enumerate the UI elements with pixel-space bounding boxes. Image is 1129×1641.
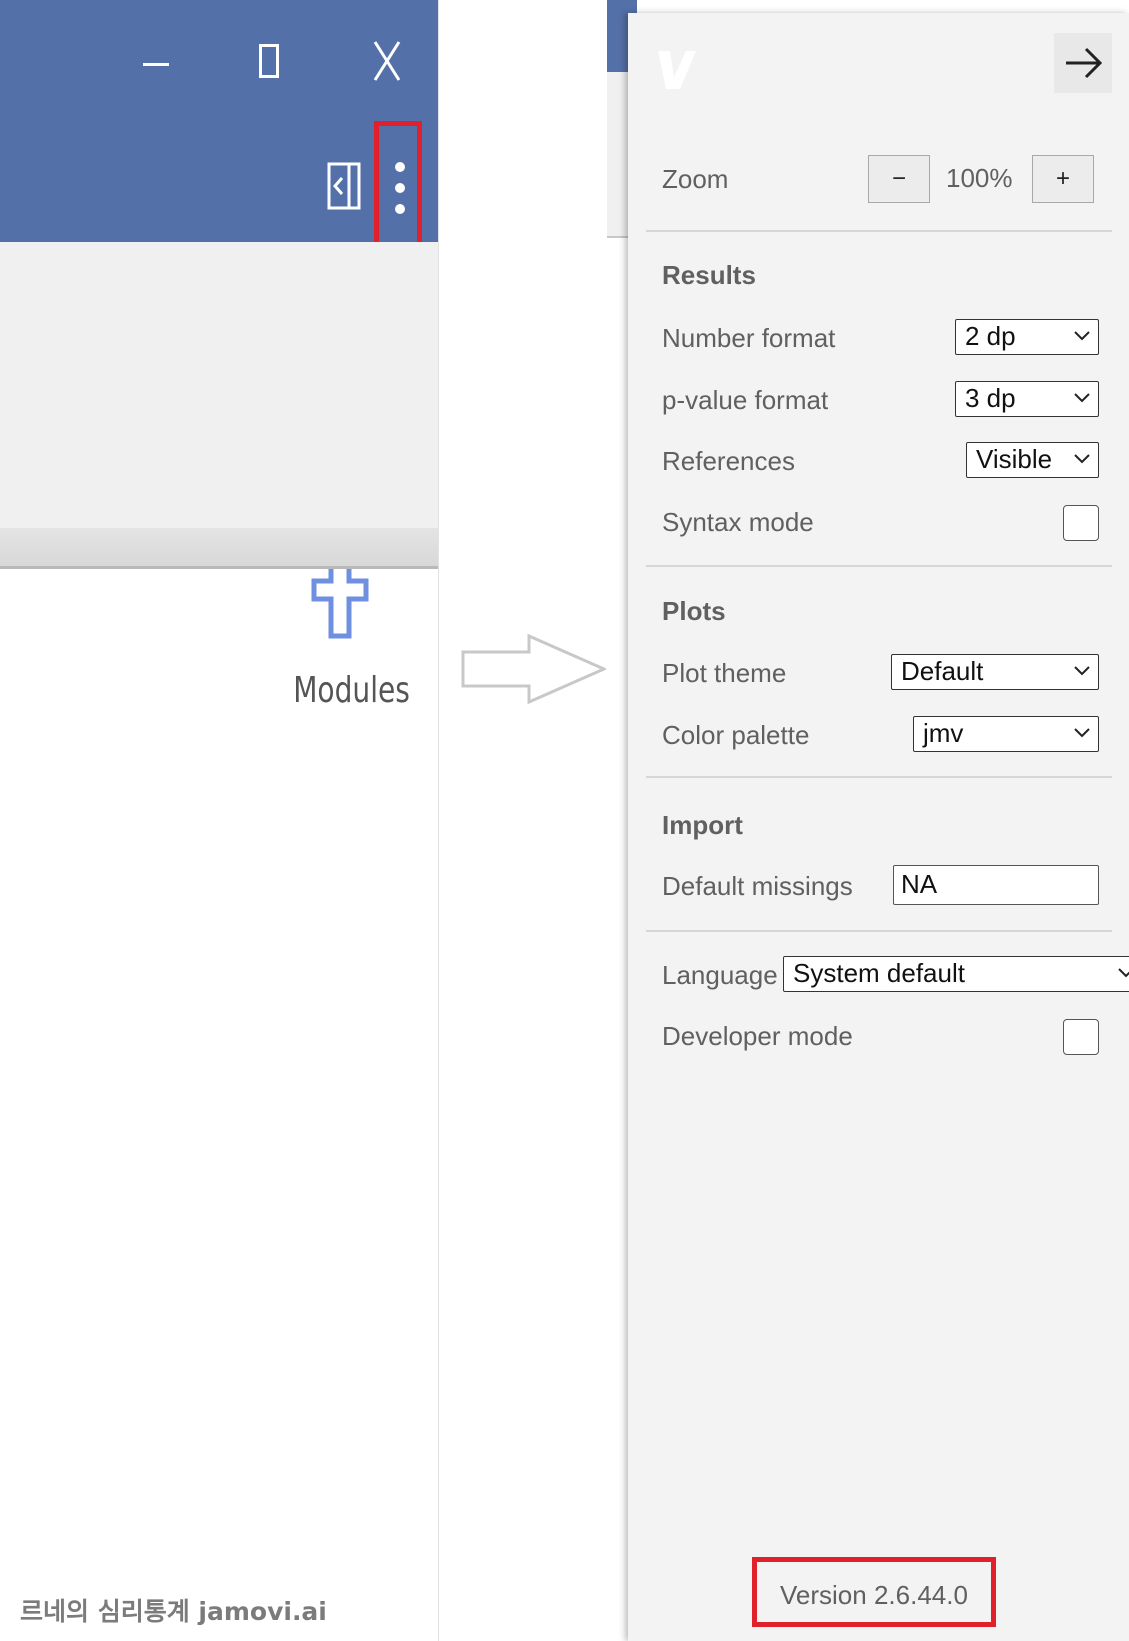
developer-mode-label: Developer mode [662, 1021, 853, 1051]
ribbon: Modules [0, 242, 438, 711]
plot-theme-label: Plot theme [662, 658, 787, 688]
chevron-down-icon [1118, 968, 1129, 978]
plots-section-title: Plots [662, 596, 726, 626]
p-value-format-select[interactable]: 3 dp [955, 381, 1099, 417]
syntax-mode-checkbox[interactable] [1063, 505, 1099, 541]
references-select[interactable]: Visible [966, 442, 1099, 478]
syntax-mode-label: Syntax mode [662, 507, 814, 537]
chevron-down-icon [1074, 331, 1090, 341]
color-palette-value: jmv [923, 718, 964, 748]
settings-panel: Zoom − 100% + Results Number format 2 dp… [628, 13, 1129, 1641]
jamovi-window: Modules 르네의 심리통계 jamovi.ai [0, 0, 439, 1641]
version-label: Version 2.6.44.0 [780, 1580, 968, 1610]
zoom-in-button[interactable]: + [1032, 155, 1094, 203]
chevron-down-icon [1074, 666, 1090, 676]
plot-theme-select[interactable]: Default [891, 654, 1099, 690]
language-label: Language [662, 960, 778, 990]
language-select[interactable]: System default [783, 956, 1129, 992]
close-settings-button[interactable] [1054, 33, 1112, 93]
p-value-format-label: p-value format [662, 385, 829, 415]
number-format-label: Number format [662, 323, 836, 353]
zoom-out-button[interactable]: − [868, 155, 930, 203]
modules-label[interactable]: Modules [293, 670, 410, 711]
plot-theme-value: Default [901, 656, 984, 686]
title-bar [0, 0, 438, 276]
jamovi-logo-icon [658, 51, 696, 89]
import-section-title: Import [662, 810, 743, 840]
color-palette-select[interactable]: jmv [913, 716, 1099, 752]
minimize-icon[interactable] [143, 63, 169, 66]
developer-mode-checkbox[interactable] [1063, 1019, 1099, 1055]
transition-arrow-icon [461, 634, 606, 704]
chevron-down-icon [1074, 393, 1090, 403]
ribbon-separator [0, 528, 438, 569]
number-format-select[interactable]: 2 dp [955, 319, 1099, 355]
watermark: 르네의 심리통계 jamovi.ai [20, 1597, 327, 1626]
close-window-icon[interactable] [372, 40, 402, 82]
language-value: System default [793, 958, 965, 988]
arrow-right-icon [1066, 47, 1103, 79]
p-value-format-value: 3 dp [965, 383, 1016, 413]
chevron-down-icon [1074, 728, 1090, 738]
divider [646, 930, 1112, 932]
results-section-title: Results [662, 260, 756, 290]
zoom-value: 100% [946, 163, 1013, 193]
maximize-icon[interactable] [259, 44, 279, 78]
number-format-value: 2 dp [965, 321, 1016, 351]
references-value: Visible [976, 444, 1053, 474]
default-missings-label: Default missings [662, 871, 853, 901]
divider [646, 230, 1112, 232]
default-missings-input[interactable]: NA [893, 865, 1099, 905]
divider [646, 565, 1112, 567]
color-palette-label: Color palette [662, 720, 810, 750]
references-label: References [662, 446, 795, 476]
divider [646, 776, 1112, 778]
zoom-label: Zoom [662, 164, 729, 194]
chevron-down-icon [1074, 454, 1090, 464]
toggle-panel-icon[interactable] [327, 162, 361, 210]
